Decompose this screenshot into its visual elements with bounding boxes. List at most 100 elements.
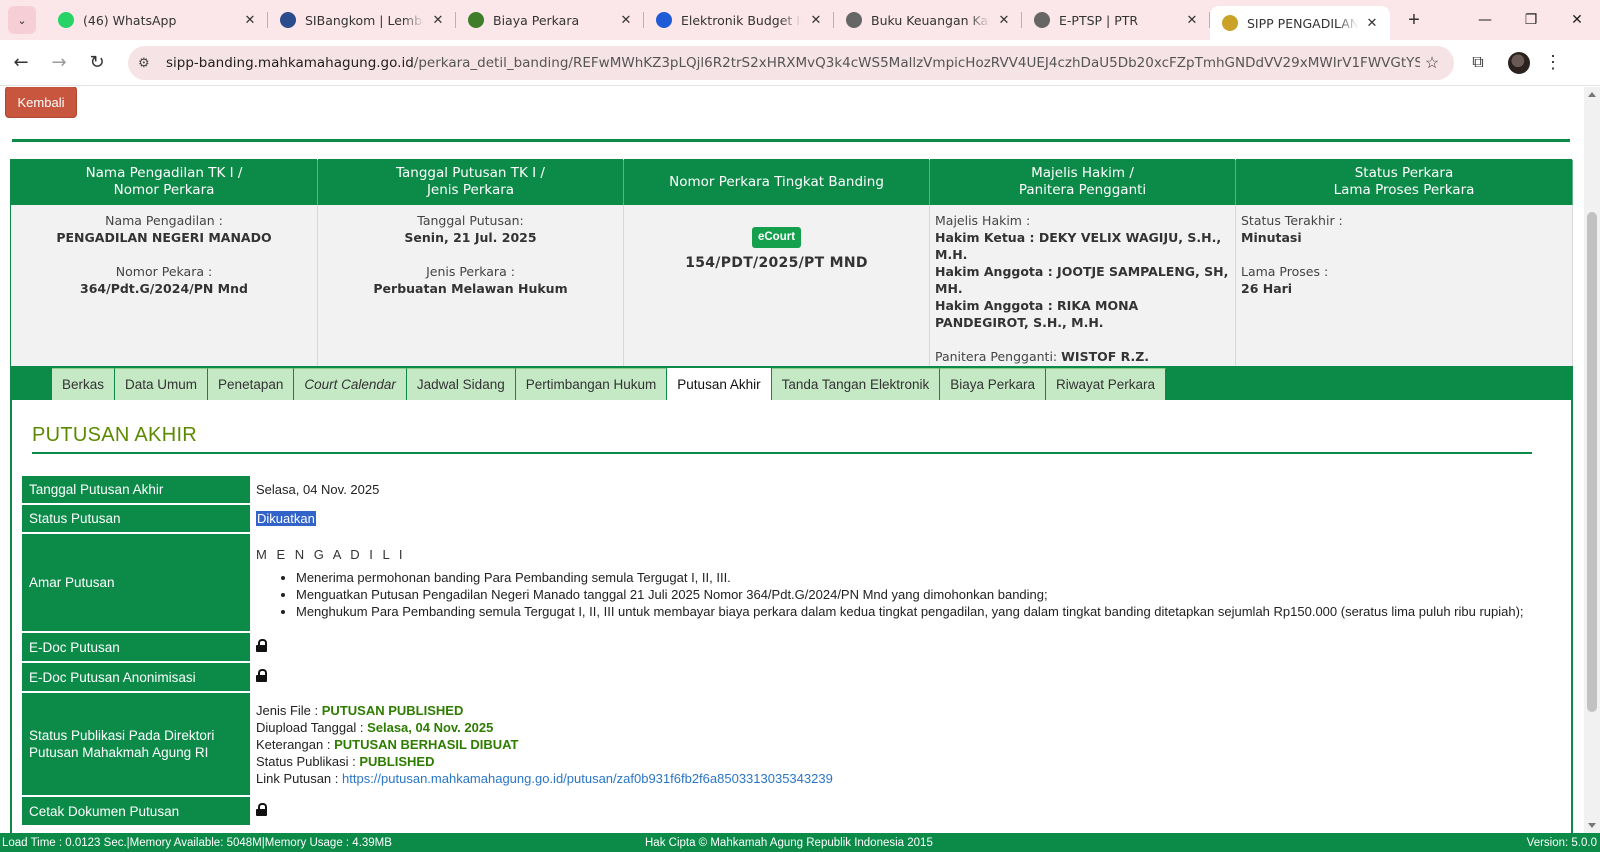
label-line: Status Publikasi Pada Direktori: [29, 728, 215, 743]
link-putusan[interactable]: https://putusan.mahkamahagung.go.id/putu…: [342, 771, 833, 786]
close-window-button[interactable]: ✕: [1554, 0, 1600, 40]
amar-item: Menerima permohonan banding Para Pemband…: [296, 569, 1536, 586]
browser-tab-strip: ⌄ (46) WhatsApp✕SIBangkom | Lembaga✕Biay…: [0, 0, 1600, 40]
tab-biaya-perkara[interactable]: Biaya Perkara: [940, 368, 1047, 400]
label: Status Terakhir :: [1241, 212, 1343, 228]
lock-icon[interactable]: [256, 668, 267, 682]
label: Link Putusan :: [256, 770, 339, 786]
diupload-value: Selasa, 04 Nov. 2025: [367, 719, 494, 735]
ebudget-icon: [656, 12, 672, 28]
scroll-down-icon[interactable]: [1588, 823, 1596, 828]
status-putusan-value: Dikuatkan: [256, 511, 316, 526]
browser-tab[interactable]: Buku Keuangan Kas Pe ✕: [834, 0, 1022, 40]
reload-button[interactable]: ↻: [80, 46, 114, 80]
browser-tab[interactable]: Biaya Perkara ✕: [456, 0, 644, 40]
arrow-right-icon: →: [51, 52, 67, 73]
page-scrollbar[interactable]: [1584, 87, 1600, 833]
nomor-pekara-value: 364/Pdt.G/2024/PN Mnd: [80, 280, 248, 296]
tab-search-button[interactable]: ⌄: [8, 6, 36, 34]
lock-icon[interactable]: [256, 638, 267, 652]
header-nomor-banding: Nomor Perkara Tingkat Banding: [623, 159, 930, 205]
profile-avatar[interactable]: [1508, 51, 1530, 74]
edoc-cell: [250, 633, 1542, 661]
putusan-akhir-table: Tanggal Putusan Akhir Selasa, 04 Nov. 20…: [22, 474, 1542, 827]
nomor-banding-value: 154/PDT/2025/PT MND: [685, 254, 868, 271]
status-putusan-cell: Dikuatkan: [250, 505, 1542, 532]
browser-tab[interactable]: SIPP PENGADILAN TIN ✕: [1210, 6, 1390, 40]
edoc-anon-cell: [250, 663, 1542, 691]
close-tab-icon[interactable]: ✕: [430, 13, 446, 28]
tab-tanda-tangan-elektronik[interactable]: Tanda Tangan Elektronik: [771, 368, 941, 400]
header-line: Nomor Perkara Tingkat Banding: [669, 173, 884, 190]
browser-tab[interactable]: (46) WhatsApp ✕: [46, 0, 268, 40]
globe-icon: [1034, 12, 1050, 28]
status-value: Minutasi: [1241, 229, 1302, 245]
close-tab-icon[interactable]: ✕: [242, 13, 258, 28]
arrow-left-icon: ←: [13, 52, 29, 73]
lock-icon[interactable]: [256, 802, 267, 816]
tab-court-calendar[interactable]: Court Calendar: [294, 368, 407, 400]
cell-nama-pengadilan: Nama Pengadilan : PENGADILAN NEGERI MANA…: [10, 204, 318, 386]
nama-pengadilan-value: PENGADILAN NEGERI MANADO: [56, 229, 272, 245]
close-tab-icon[interactable]: ✕: [1184, 13, 1200, 28]
forward-button[interactable]: →: [42, 46, 76, 80]
amar-putusan-cell: M E N G A D I L I Menerima permohonan ba…: [250, 534, 1542, 631]
close-tab-icon[interactable]: ✕: [996, 13, 1012, 28]
address-bar[interactable]: ⚙ sipp-banding.mahkamahagung.go.id/perka…: [128, 45, 1454, 80]
cell-status-perkara: Status Terakhir : Minutasi Lama Proses :…: [1235, 204, 1573, 386]
close-tab-icon[interactable]: ✕: [618, 13, 634, 28]
url-text[interactable]: sipp-banding.mahkamahagung.go.id/perkara…: [166, 55, 1420, 71]
amar-item: Menghukum Para Pembanding semula Terguga…: [296, 603, 1536, 620]
back-button[interactable]: ←: [4, 46, 38, 80]
bookmark-star-icon[interactable]: ☆: [1420, 53, 1444, 73]
row-label: Status Publikasi Pada Direktori Putusan M…: [22, 693, 250, 795]
url-domain: sipp-banding.mahkamahagung.go.id: [166, 54, 414, 71]
tab-list: (46) WhatsApp✕SIBangkom | Lembaga✕Biaya …: [46, 0, 1390, 40]
label: Nomor Pekara :: [115, 263, 213, 279]
close-tab-icon[interactable]: ✕: [1364, 16, 1380, 31]
scrollbar-thumb[interactable]: [1587, 212, 1597, 712]
reload-icon: ↻: [89, 52, 105, 73]
row-label: E-Doc Putusan Anonimisasi: [22, 663, 250, 691]
divider: [12, 139, 1570, 142]
tab-jadwal-sidang[interactable]: Jadwal Sidang: [406, 368, 516, 400]
extensions-icon[interactable]: ⧉: [1460, 46, 1496, 80]
window-controls: — ❐ ✕: [1462, 0, 1600, 40]
new-tab-button[interactable]: +: [1400, 9, 1428, 32]
lama-proses-value: 26 Hari: [1241, 280, 1293, 296]
globe-icon: [846, 12, 862, 28]
tab-putusan-akhir[interactable]: Putusan Akhir: [667, 367, 772, 400]
tab-berkas[interactable]: Berkas: [52, 368, 116, 400]
header-tanggal-putusan: Tanggal Putusan TK I / Jenis Perkara: [317, 159, 624, 205]
tab-data-umum[interactable]: Data Umum: [115, 368, 209, 400]
publikasi-cell: Jenis File : PUTUSAN PUBLISHED Diupload …: [250, 693, 1542, 795]
tab-title: Buku Keuangan Kas Pe: [871, 12, 990, 28]
tab-riwayat-perkara[interactable]: Riwayat Perkara: [1046, 368, 1167, 400]
browser-tab[interactable]: SIBangkom | Lembaga ✕: [268, 0, 456, 40]
table-row: Status Putusan Dikuatkan: [22, 505, 1542, 532]
tab-title: Elektronik Budget Impl: [681, 12, 802, 28]
browser-tab[interactable]: E-PTSP | PTR ✕: [1022, 0, 1210, 40]
section-title: PUTUSAN AKHIR: [32, 424, 198, 446]
tab-title: (46) WhatsApp: [83, 12, 177, 28]
amar-list: Menerima permohonan banding Para Pemband…: [296, 569, 1536, 620]
tab-pertimbangan-hukum[interactable]: Pertimbangan Hukum: [515, 368, 668, 400]
status-publikasi-value: PUBLISHED: [359, 753, 435, 769]
case-info-values-row: Nama Pengadilan : PENGADILAN NEGERI MANA…: [10, 204, 1573, 386]
header-nama-pengadilan: Nama Pengadilan TK I / Nomor Perkara: [10, 159, 318, 205]
restore-button[interactable]: ❐: [1508, 0, 1554, 40]
tab-penetapan[interactable]: Penetapan: [208, 368, 295, 400]
scroll-up-icon[interactable]: [1588, 92, 1596, 97]
table-row: Tanggal Putusan Akhir Selasa, 04 Nov. 20…: [22, 476, 1542, 503]
header-line: Tanggal Putusan TK I /: [396, 165, 545, 182]
close-tab-icon[interactable]: ✕: [808, 13, 824, 28]
label: Panitera Pengganti:: [935, 348, 1058, 364]
cell-majelis-hakim: Majelis Hakim : Hakim Ketua : DEKY VELIX…: [929, 204, 1236, 386]
browser-menu-icon[interactable]: ⋮: [1538, 52, 1568, 73]
kembali-button[interactable]: Kembali: [5, 87, 77, 118]
site-settings-icon[interactable]: ⚙: [138, 55, 160, 71]
minimize-button[interactable]: —: [1462, 0, 1508, 40]
browser-tab[interactable]: Elektronik Budget Impl ✕: [644, 0, 834, 40]
url-path: /perkara_detil_banding/REFwMWhKZ3pLQjl6R…: [413, 54, 1420, 71]
label-line: Putusan Mahakmah Agung RI: [29, 745, 209, 760]
